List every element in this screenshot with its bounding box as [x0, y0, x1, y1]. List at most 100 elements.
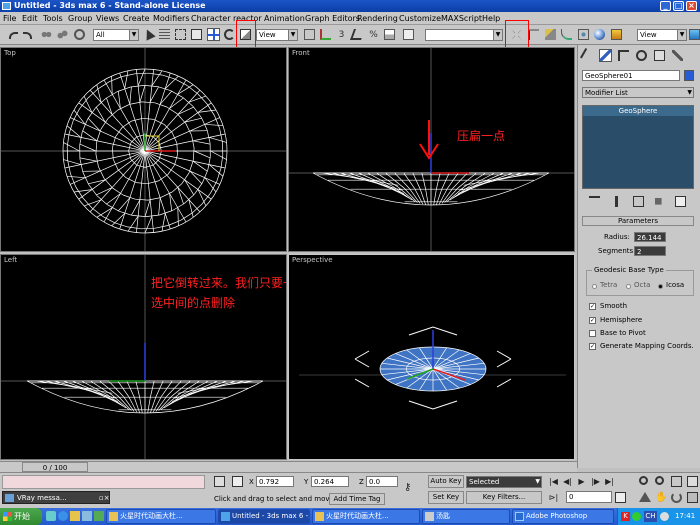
start-button[interactable]: 开始: [0, 508, 42, 525]
utilities-tab-icon[interactable]: [671, 49, 684, 62]
tray-icon[interactable]: [632, 512, 641, 521]
show-end-result-icon[interactable]: [610, 195, 623, 208]
menu-tools[interactable]: Tools: [43, 13, 63, 24]
select-and-move-icon[interactable]: [207, 28, 220, 41]
create-tab-icon[interactable]: [579, 47, 596, 64]
radio-icosa[interactable]: [658, 284, 663, 289]
segments-spinner[interactable]: 2: [634, 246, 666, 256]
zoom-extents-all-icon[interactable]: [686, 475, 699, 488]
menu-maxscript[interactable]: MAXScript: [441, 13, 482, 24]
taskbar-item-1[interactable]: 火星时代动画大杜...: [106, 509, 216, 524]
set-key-button[interactable]: Set Key: [428, 491, 464, 504]
vray-messages-task[interactable]: VRay messa... ▫×: [2, 491, 110, 504]
add-time-tag-button[interactable]: Add Time Tag: [329, 493, 385, 505]
modify-tab-icon[interactable]: [599, 49, 612, 62]
bind-space-warp-icon[interactable]: [73, 28, 86, 41]
select-by-name-icon[interactable]: [158, 28, 171, 41]
schematic-view-icon[interactable]: [577, 28, 590, 41]
close-button[interactable]: ×: [686, 1, 697, 11]
play-icon[interactable]: ▶: [575, 475, 588, 488]
y-coordinate-field[interactable]: 0.264: [311, 476, 349, 487]
field-of-view-icon[interactable]: [638, 491, 651, 504]
maximize-viewport-icon[interactable]: [686, 491, 699, 504]
z-coordinate-field[interactable]: 0.0: [366, 476, 398, 487]
key-mode-dropdown[interactable]: Selected ▼: [466, 476, 542, 488]
checkbox-smooth[interactable]: ✓: [589, 303, 596, 310]
material-editor-icon[interactable]: [593, 28, 606, 41]
go-to-end-icon[interactable]: ▶|: [603, 475, 616, 488]
menu-views[interactable]: Views: [96, 13, 119, 24]
time-slider-thumb[interactable]: 0 / 100: [22, 462, 88, 472]
quick-launch-icon-4[interactable]: [82, 511, 92, 521]
make-unique-icon[interactable]: [632, 195, 645, 208]
minimize-button[interactable]: _: [660, 1, 671, 11]
menu-group[interactable]: Group: [68, 13, 92, 24]
absolute-mode-icon[interactable]: [231, 475, 244, 488]
stack-item-geosphere[interactable]: GeoSphere: [583, 106, 693, 116]
rectangular-selection-icon[interactable]: [174, 28, 187, 41]
quick-launch-icon-3[interactable]: [70, 511, 80, 521]
language-indicator[interactable]: CH: [644, 511, 657, 522]
object-name-field[interactable]: GeoSphere01: [582, 70, 680, 81]
hierarchy-tab-icon[interactable]: [617, 49, 630, 62]
volume-icon[interactable]: [660, 512, 669, 521]
viewport-top[interactable]: Top: [0, 47, 287, 252]
remove-modifier-icon[interactable]: [652, 195, 665, 208]
angle-snap-icon[interactable]: [349, 28, 366, 41]
pan-icon[interactable]: ✋: [654, 491, 667, 504]
render-type-dropdown[interactable]: View ▼: [637, 29, 687, 41]
checkbox-generate-mapping[interactable]: ✓: [589, 343, 596, 350]
zoom-extents-icon[interactable]: [670, 475, 683, 488]
checkbox-base-to-pivot[interactable]: [589, 330, 596, 337]
select-object-icon[interactable]: [142, 27, 156, 41]
zoom-icon[interactable]: [638, 475, 651, 488]
viewport-perspective[interactable]: Perspective: [288, 254, 575, 460]
spinner-snap-icon[interactable]: [383, 28, 396, 41]
radio-octa[interactable]: [626, 284, 631, 289]
edit-named-selection-icon[interactable]: [402, 28, 415, 41]
quick-launch-icon-1[interactable]: [46, 511, 56, 521]
layer-manager-icon[interactable]: [544, 28, 557, 41]
object-color-swatch[interactable]: [684, 70, 694, 81]
taskbar-item-4[interactable]: 汤匙: [422, 509, 510, 524]
time-configuration-icon[interactable]: [614, 491, 627, 504]
selection-filter-dropdown[interactable]: All ▼: [93, 29, 139, 41]
key-mode-toggle-icon[interactable]: ⊳|: [547, 491, 560, 504]
menu-animation[interactable]: Animation: [264, 13, 305, 24]
radio-tetra[interactable]: [592, 284, 597, 289]
key-filters-button[interactable]: Key Filters...: [466, 491, 542, 504]
k-icon[interactable]: K: [621, 512, 630, 521]
snap-icon[interactable]: 3: [335, 28, 348, 41]
quick-launch-icon-2[interactable]: [58, 511, 68, 521]
axis-constraint-icon[interactable]: [319, 28, 332, 41]
time-slider-track[interactable]: 0 / 100: [0, 461, 577, 472]
undo-icon[interactable]: [6, 28, 19, 41]
reference-coordinate-dropdown[interactable]: View ▼: [256, 29, 298, 41]
checkbox-hemisphere[interactable]: ✓: [589, 317, 596, 324]
modifier-list-dropdown[interactable]: Modifier List ▼: [582, 87, 694, 98]
menu-create[interactable]: Create: [123, 13, 150, 24]
curve-editor-icon[interactable]: [560, 28, 573, 41]
motion-tab-icon[interactable]: [635, 49, 648, 62]
quick-render-icon[interactable]: [688, 28, 700, 41]
redo-icon[interactable]: [21, 28, 34, 41]
menu-file[interactable]: File: [3, 13, 16, 24]
previous-frame-icon[interactable]: ◀|: [561, 475, 574, 488]
link-icon[interactable]: [40, 28, 53, 41]
render-scene-icon[interactable]: [610, 28, 623, 41]
viewport-front[interactable]: Front 压扁一点: [288, 47, 575, 252]
go-to-start-icon[interactable]: |◀: [547, 475, 560, 488]
current-frame-field[interactable]: 0: [566, 491, 612, 503]
pivot-center-icon[interactable]: [303, 28, 316, 41]
select-and-rotate-icon[interactable]: [223, 28, 236, 41]
viewport-left[interactable]: Left 把它倒转过来。我们只要一个半球的薄片。 转换为POLY并 选中间的点删…: [0, 254, 287, 460]
named-selection-sets-dropdown[interactable]: ▼: [425, 29, 503, 41]
menu-edit[interactable]: Edit: [22, 13, 38, 24]
lock-selection-icon[interactable]: [213, 475, 226, 488]
display-tab-icon[interactable]: [653, 49, 666, 62]
window-crossing-icon[interactable]: [190, 28, 203, 41]
x-coordinate-field[interactable]: 0.792: [256, 476, 294, 487]
maxscript-listener[interactable]: [2, 475, 205, 489]
parameters-rollout-header[interactable]: Parameters: [582, 216, 694, 226]
menu-modifiers[interactable]: Modifiers: [153, 13, 190, 24]
